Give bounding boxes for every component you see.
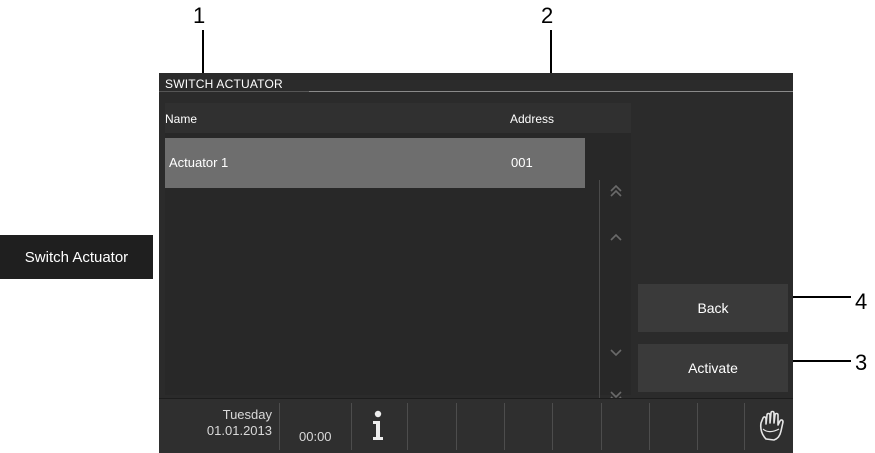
time-label: 00:00 bbox=[299, 429, 332, 444]
hand-icon[interactable] bbox=[757, 409, 785, 443]
scroll-track bbox=[599, 180, 600, 420]
callout-4: 4 bbox=[855, 289, 868, 314]
item-name: Actuator 1 bbox=[169, 155, 229, 170]
divider bbox=[697, 403, 698, 450]
chevron-up-icon[interactable] bbox=[605, 227, 627, 249]
header-name: Name bbox=[165, 112, 198, 126]
divider bbox=[552, 403, 553, 450]
divider bbox=[279, 403, 280, 450]
title-underline bbox=[159, 91, 309, 92]
title-bar: SWITCH ACTUATOR bbox=[159, 73, 793, 95]
divider bbox=[456, 403, 457, 450]
title-rule bbox=[309, 91, 793, 92]
back-button[interactable]: Back bbox=[638, 284, 788, 332]
callout-2: 2 bbox=[541, 3, 554, 28]
callout-1: 1 bbox=[193, 3, 206, 28]
chevron-down-icon[interactable] bbox=[605, 341, 627, 363]
status-bar: Tuesday 01.01.2013 00:00 bbox=[159, 398, 793, 453]
activate-button[interactable]: Activate bbox=[638, 344, 788, 392]
device-screen: SWITCH ACTUATOR Name Address Actuator 1 … bbox=[159, 73, 793, 453]
divider bbox=[601, 403, 602, 450]
divider bbox=[407, 403, 408, 450]
divider bbox=[504, 403, 505, 450]
scrollbar[interactable] bbox=[595, 180, 631, 420]
divider bbox=[744, 403, 745, 450]
side-label: Switch Actuator bbox=[0, 235, 153, 279]
info-icon[interactable] bbox=[367, 409, 389, 443]
list-item[interactable]: Actuator 1 001 bbox=[165, 138, 585, 188]
divider bbox=[351, 403, 352, 450]
double-chevron-up-icon[interactable] bbox=[605, 180, 627, 202]
date-label: 01.01.2013 bbox=[206, 423, 272, 438]
list-header: Name Address bbox=[165, 103, 631, 133]
header-address: Address bbox=[510, 112, 555, 126]
item-address: 001 bbox=[511, 155, 533, 170]
day-label: Tuesday bbox=[222, 407, 272, 422]
actuator-list: Name Address Actuator 1 001 bbox=[165, 103, 631, 420]
divider bbox=[649, 403, 650, 450]
window-title: SWITCH ACTUATOR bbox=[165, 77, 283, 91]
callout-3: 3 bbox=[855, 350, 868, 375]
date-block: Tuesday 01.01.2013 bbox=[177, 407, 272, 439]
